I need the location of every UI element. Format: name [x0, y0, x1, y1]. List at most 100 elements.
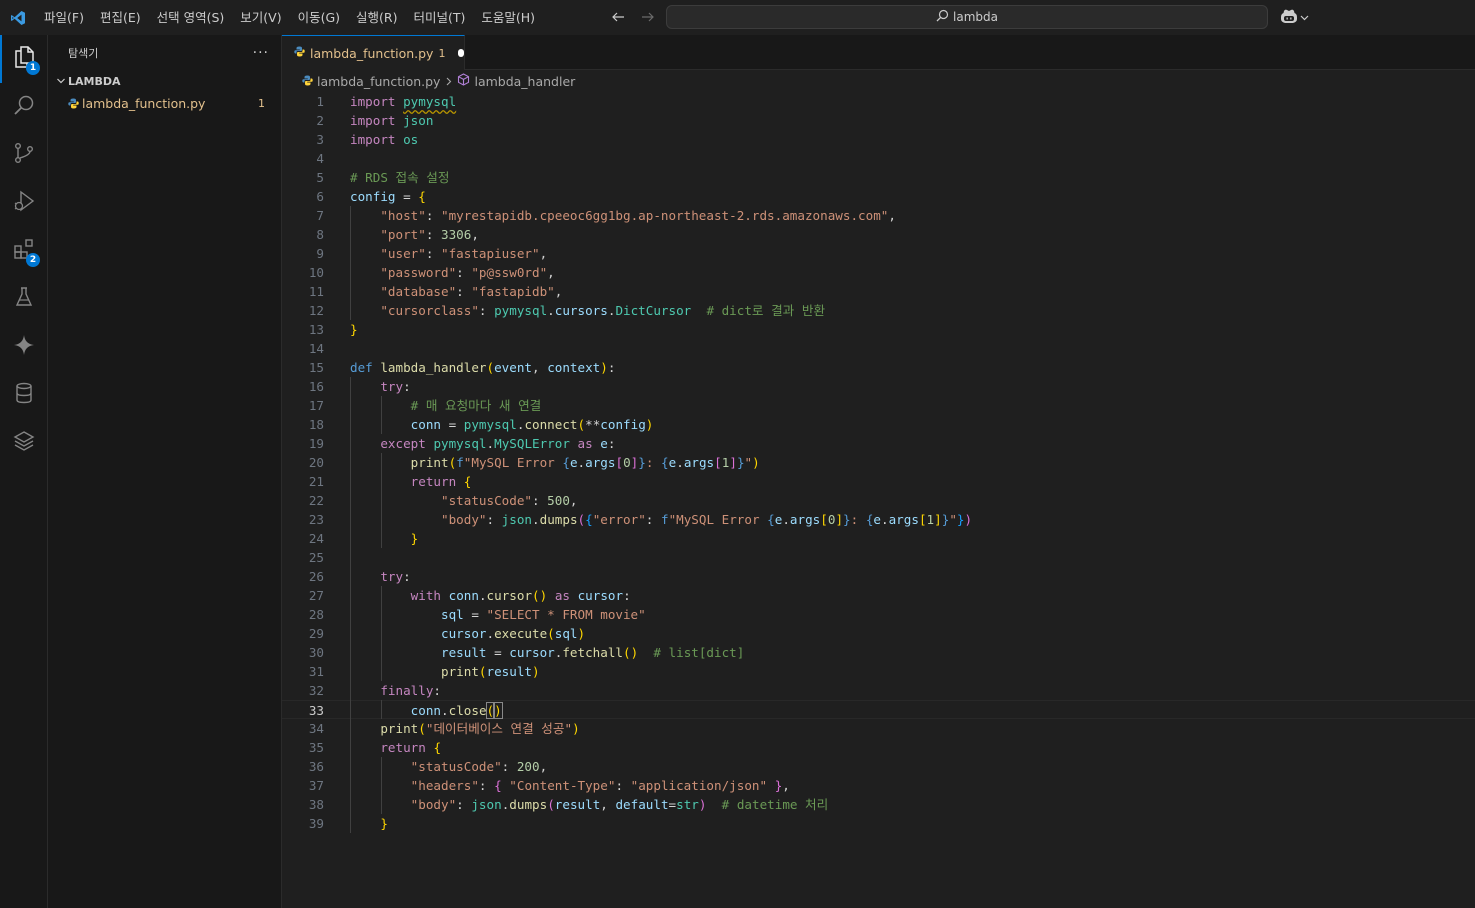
code-token: ( [418, 721, 426, 736]
copilot-menu-button[interactable] [1280, 8, 1309, 28]
code-line[interactable]: 16 try: [282, 377, 1475, 396]
code-line[interactable]: 33 conn.close() [282, 700, 1475, 719]
code-line[interactable]: 6 config = { [282, 187, 1475, 206]
menu-selection[interactable]: 선택 영역(S) [149, 0, 233, 35]
code-token: e [569, 455, 578, 470]
code-line[interactable]: 1 import pymysql [282, 92, 1475, 111]
code-line[interactable]: 27 with conn.cursor() as cursor: [282, 586, 1475, 605]
code-token: : [623, 588, 631, 603]
code-line[interactable]: 15 def lambda_handler(event, context): [282, 358, 1475, 377]
copilot-chat-button[interactable] [0, 323, 48, 371]
line-code: cursor.execute(sql) [350, 624, 585, 643]
code-line[interactable]: 32 finally: [282, 681, 1475, 700]
code-token: ) [645, 417, 654, 432]
code-line[interactable]: 24 } [282, 529, 1475, 548]
tab-lambda-function[interactable]: lambda_function.py 1 [282, 35, 465, 70]
code-line[interactable]: 22 "statusCode": 500, [282, 491, 1475, 510]
menu-edit[interactable]: 편집(E) [92, 0, 149, 35]
code-token: , [554, 284, 563, 299]
code-token: "body" [410, 797, 457, 812]
code-line[interactable]: 17 # 매 요청마다 새 연결 [282, 396, 1475, 415]
code-line[interactable]: 35 return { [282, 738, 1475, 757]
forward-arrow-icon[interactable] [638, 7, 658, 27]
code-token: pymysql [494, 303, 548, 318]
code-token: : [607, 360, 616, 375]
code-token: # dict로 결과 반환 [706, 303, 826, 318]
back-arrow-icon[interactable] [608, 7, 628, 27]
code-token: : [403, 379, 411, 394]
more-actions-button[interactable]: ··· [253, 45, 269, 61]
code-line[interactable]: 10 "password": "p@ssw0rd", [282, 263, 1475, 282]
line-number: 32 [308, 683, 324, 698]
code-line[interactable]: 19 except pymysql.MySQLError as e: [282, 434, 1475, 453]
line-code: "statusCode": 200, [350, 757, 548, 776]
line-number: 6 [316, 189, 324, 204]
code-line[interactable]: 28 sql = "SELECT * FROM movie" [282, 605, 1475, 624]
code-line[interactable]: 36 "statusCode": 200, [282, 757, 1475, 776]
code-line[interactable]: 29 cursor.execute(sql) [282, 624, 1475, 643]
chevron-right-icon [444, 74, 453, 89]
code-line[interactable]: 25 [282, 548, 1475, 567]
code-line[interactable]: 13} [282, 320, 1475, 339]
code-line[interactable]: 2 import json [282, 111, 1475, 130]
code-line[interactable]: 23 "body": json.dumps({"error": f"MySQL … [282, 510, 1475, 529]
source-control-button[interactable] [0, 131, 48, 179]
unsaved-dot-icon[interactable] [458, 49, 464, 57]
menu-help[interactable]: 도움말(H) [473, 0, 543, 35]
code-token: { [661, 455, 669, 470]
extensions-button[interactable]: 2 [0, 227, 48, 275]
line-number: 10 [308, 265, 324, 280]
line-code: print("데이터베이스 연결 성공") [350, 719, 579, 738]
symbol-method-icon [457, 73, 470, 89]
code-line[interactable]: 11 "database": "fastapidb", [282, 282, 1475, 301]
code-token: ] [835, 512, 844, 527]
file-lambda-function[interactable]: lambda_function.py 1 [48, 92, 281, 114]
code-line[interactable]: 34 print("데이터베이스 연결 성공") [282, 719, 1475, 738]
code-line[interactable]: 26 try: [282, 567, 1475, 586]
run-debug-button[interactable] [0, 179, 48, 227]
code-line[interactable]: 31 print(result) [282, 662, 1475, 681]
line-number: 29 [308, 626, 324, 641]
code-line[interactable]: 7 "host": "myrestapidb.cpeeoc6gg1bg.ap-n… [282, 206, 1475, 225]
explorer-button[interactable]: 1 [0, 35, 48, 83]
database-button[interactable] [0, 371, 48, 419]
code-line[interactable]: 9 "user": "fastapiuser", [282, 244, 1475, 263]
code-token: "statusCode" [441, 493, 532, 508]
code-line[interactable]: 12 "cursorclass": pymysql.cursors.DictCu… [282, 301, 1475, 320]
code-token: "body" [441, 512, 487, 527]
command-center-search[interactable]: lambda [666, 5, 1268, 29]
search-button[interactable] [0, 83, 48, 131]
folder-lambda[interactable]: LAMBDA [48, 70, 281, 92]
code-token: } [956, 512, 965, 527]
code-line[interactable]: 3 import os [282, 130, 1475, 149]
code-line[interactable]: 37 "headers": { "Content-Type": "applica… [282, 776, 1475, 795]
breadcrumb-file[interactable]: lambda_function.py [317, 74, 440, 89]
code-line[interactable]: 4 [282, 149, 1475, 168]
code-token: : [850, 512, 866, 527]
code-editor[interactable]: 1 import pymysql 2 import json 3 import os 4 5 #… [282, 92, 1475, 908]
layers-button[interactable] [0, 419, 48, 467]
breadcrumb-symbol[interactable]: lambda_handler [474, 74, 575, 89]
code-line[interactable]: 8 "port": 3306, [282, 225, 1475, 244]
code-line[interactable]: 39 } [282, 814, 1475, 833]
code-line[interactable]: 5 # RDS 접속 설정 [282, 168, 1475, 187]
menu-run[interactable]: 실행(R) [348, 0, 405, 35]
code-line[interactable]: 14 [282, 339, 1475, 358]
menu-view[interactable]: 보기(V) [232, 0, 289, 35]
code-token: : [532, 493, 548, 508]
code-token: "MySQL Error [668, 512, 768, 527]
code-line[interactable]: 18 conn = pymysql.connect(**config) [282, 415, 1475, 434]
code-line[interactable]: 38 "body": json.dumps(result, default=st… [282, 795, 1475, 814]
menu-file[interactable]: 파일(F) [36, 0, 92, 35]
testing-button[interactable] [0, 275, 48, 323]
menu-go[interactable]: 이동(G) [290, 0, 348, 35]
menu-terminal[interactable]: 터미널(T) [406, 0, 474, 35]
code-line[interactable]: 20 print(f"MySQL Error {e.args[0]}: {e.a… [282, 453, 1475, 472]
code-line[interactable]: 30 result = cursor.fetchall() # list[dic… [282, 643, 1475, 662]
code-line[interactable]: 21 return { [282, 472, 1475, 491]
